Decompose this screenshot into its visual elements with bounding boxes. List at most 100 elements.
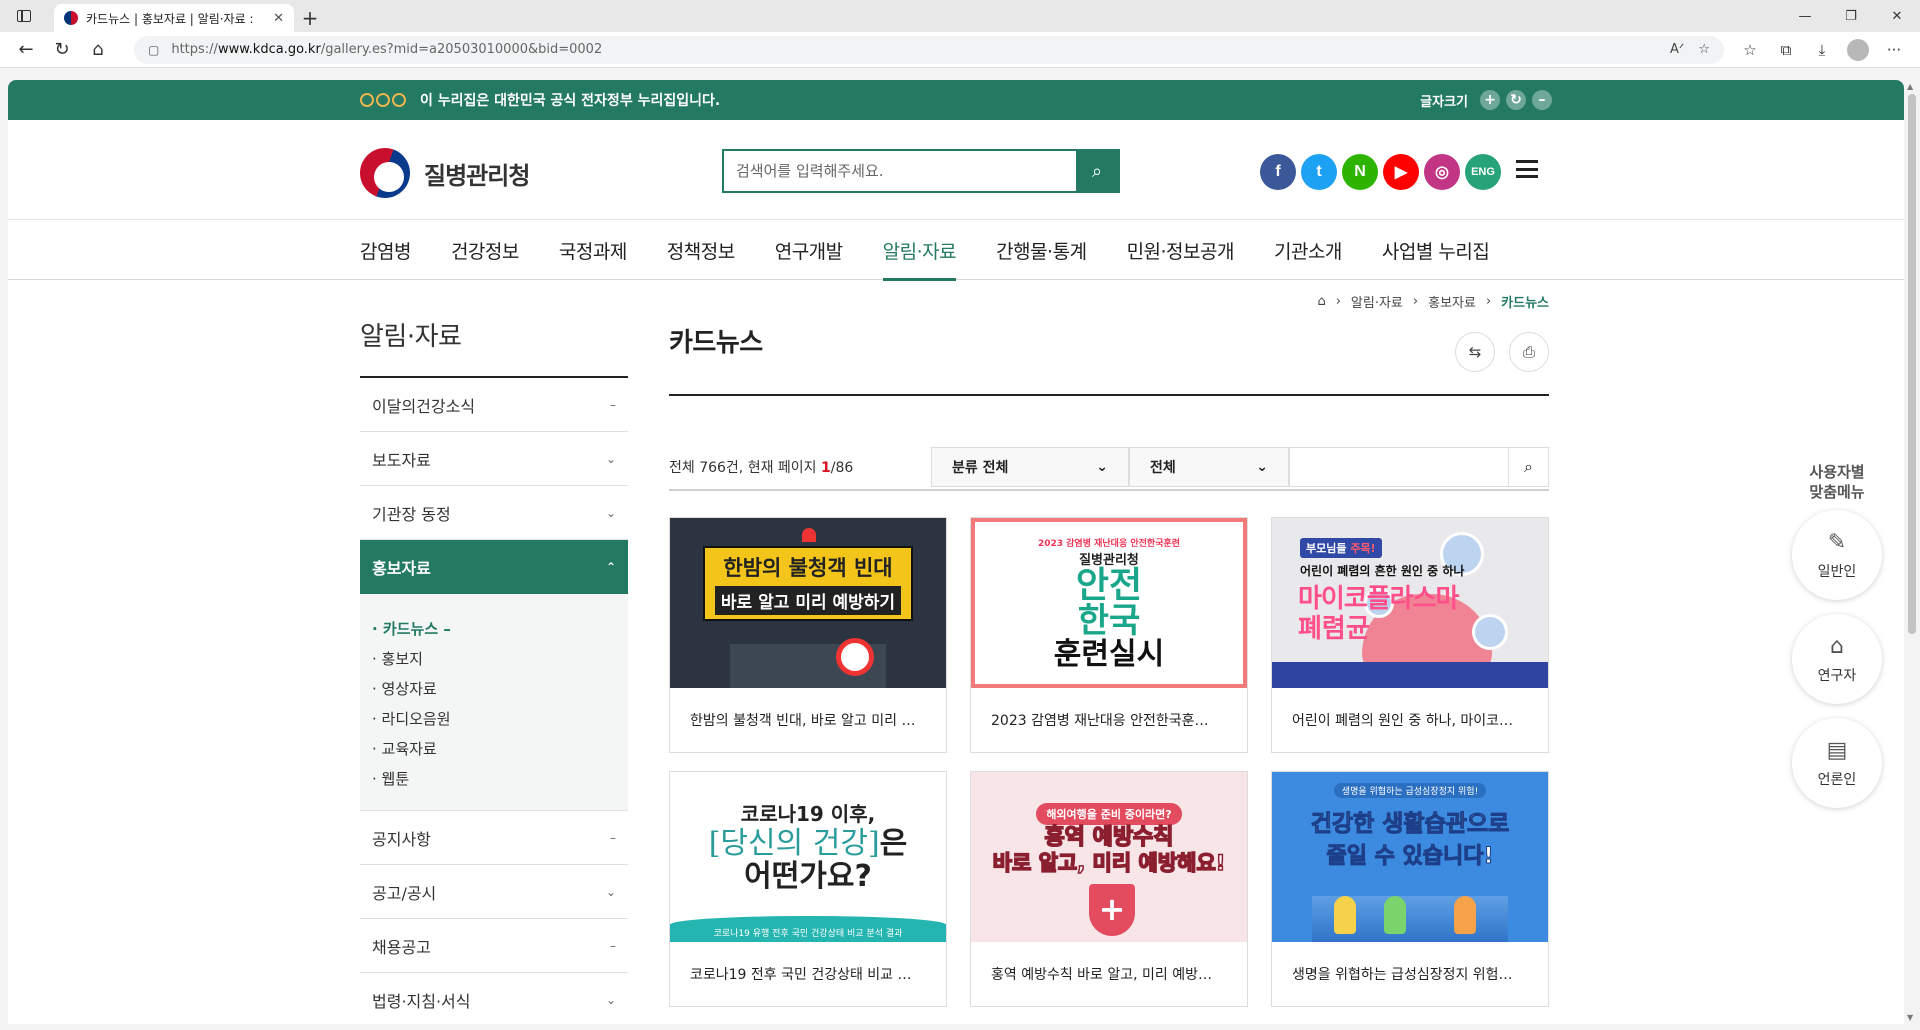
facebook-icon[interactable]: f bbox=[1260, 154, 1296, 190]
side-subnav-item[interactable]: · 라디오음원 bbox=[372, 704, 616, 734]
restore-icon[interactable]: ❐ bbox=[1828, 0, 1874, 32]
gnb-item[interactable]: 알림·자료 bbox=[882, 220, 957, 281]
print-icon[interactable]: ⎙ bbox=[1509, 332, 1549, 372]
share-icon[interactable]: ⇆ bbox=[1455, 332, 1495, 372]
more-menu-icon[interactable]: ··· bbox=[1876, 35, 1912, 65]
thumb-headline: 코로나19 이후, [당신의 건강]은 어떤가요? bbox=[709, 798, 908, 893]
browser-tab[interactable]: 카드뉴스 | 홍보자료 | 알림·자료 : ✕ bbox=[54, 4, 294, 32]
font-increase-icon[interactable]: + bbox=[1480, 90, 1500, 110]
user-menu-researcher[interactable]: ⌂ 연구자 bbox=[1792, 614, 1882, 704]
side-nav-item-promo[interactable]: 홍보자료 ⌃ bbox=[360, 540, 628, 594]
gnb-item[interactable]: 건강정보 bbox=[451, 220, 519, 280]
search-input[interactable] bbox=[724, 151, 1076, 191]
read-aloud-icon[interactable]: Aᐟ bbox=[1670, 42, 1684, 57]
back-icon[interactable]: ← bbox=[8, 35, 44, 65]
scroll-down-icon[interactable]: ▼ bbox=[1907, 1013, 1913, 1022]
home-icon[interactable]: ⌂ bbox=[80, 35, 116, 65]
field-select[interactable]: 전체 ⌄ bbox=[1129, 447, 1289, 487]
site-logo[interactable]: 질병관리청 bbox=[360, 148, 530, 198]
gnb-item[interactable]: 연구개발 bbox=[775, 220, 843, 280]
breadcrumb-sep-icon: › bbox=[1412, 294, 1419, 309]
side-subnav-item[interactable]: · 홍보지 bbox=[372, 644, 616, 674]
card-news-item[interactable]: 2023 감염병 재난대응 안전한국훈련 질병관리청 안전 한국 훈련실시 20… bbox=[970, 517, 1248, 753]
scroll-up-icon[interactable]: ▲ bbox=[1907, 82, 1913, 91]
favorites-icon[interactable]: ☆ bbox=[1732, 35, 1768, 65]
thumb-line-highlight: [당신의 건강] bbox=[708, 825, 880, 861]
side-nav-item[interactable]: 기관장 동정 ⌄ bbox=[360, 486, 628, 540]
thumb-band bbox=[1272, 662, 1548, 688]
side-subnav-item[interactable]: · 카드뉴스 – bbox=[372, 614, 616, 644]
breadcrumb-current[interactable]: 카드뉴스 bbox=[1501, 292, 1549, 311]
site-info-icon[interactable]: ▢ bbox=[148, 43, 159, 57]
card-news-item[interactable]: 생명을 위협하는 급성심장정지 위험! 건강한 생활습관으로 줄일 수 있습니다… bbox=[1271, 771, 1549, 1007]
user-menu-general[interactable]: ✎ 일반인 bbox=[1792, 510, 1882, 600]
thumb-band: 코로나19 유행 전후 국민 건강상태 비교 분석 결과 bbox=[670, 916, 946, 942]
side-nav-item[interactable]: 공지사항 – bbox=[360, 811, 628, 865]
minimize-icon[interactable]: — bbox=[1782, 0, 1828, 32]
card-news-item[interactable]: 한밤의 불청객 빈대 바로 알고 미리 예방하기 한밤의 불청객 빈대, 바로 … bbox=[669, 517, 947, 753]
side-nav-item[interactable]: 이달의건강소식 – bbox=[360, 378, 628, 432]
breadcrumb-item[interactable]: 홍보자료 bbox=[1428, 292, 1476, 311]
page-scrollbar[interactable]: ▲ ▼ bbox=[1904, 80, 1920, 1024]
gnb-item[interactable]: 간행물·통계 bbox=[996, 220, 1087, 280]
total-pages: /86 bbox=[830, 460, 854, 476]
card-news-item[interactable]: 코로나19 이후, [당신의 건강]은 어떤가요? 코로나19 유행 전후 국민… bbox=[669, 771, 947, 1007]
card-news-item[interactable]: 부모님들 주목! 어린이 폐렴의 흔한 원인 중 하나 마이코플라스마 폐렴균 … bbox=[1271, 517, 1549, 753]
taegeuk-logo-icon bbox=[360, 148, 410, 198]
new-tab-icon[interactable]: + bbox=[294, 4, 326, 32]
menu-icon[interactable] bbox=[1516, 160, 1538, 178]
gnb-item[interactable]: 정책정보 bbox=[667, 220, 735, 280]
collections-icon[interactable]: ⧉ bbox=[1768, 35, 1804, 65]
thumb-line: [당신의 건강]은 bbox=[709, 827, 908, 860]
sidebar-toggle-icon[interactable] bbox=[8, 0, 40, 32]
side-nav-item-label: 기관장 동정 bbox=[372, 504, 451, 524]
gnb-item[interactable]: 사업별 누리집 bbox=[1382, 220, 1490, 280]
instagram-icon[interactable]: ◎ bbox=[1424, 154, 1460, 190]
tab-close-icon[interactable]: ✕ bbox=[273, 11, 284, 26]
thumb-line: 어떤가요? bbox=[744, 858, 872, 894]
gnb-item[interactable]: 국정과제 bbox=[559, 220, 627, 280]
keyword-search-button[interactable]: ⌕ bbox=[1509, 447, 1549, 487]
scrollbar-thumb[interactable] bbox=[1908, 94, 1916, 634]
chevron-down-icon: ⌄ bbox=[605, 884, 616, 899]
side-nav-item[interactable]: 공고/공시 ⌄ bbox=[360, 865, 628, 919]
card-caption[interactable]: 코로나19 전후 국민 건강상태 비교 … bbox=[670, 942, 946, 1006]
url-field[interactable]: ▢ https://www.kdca.go.kr/gallery.es?mid=… bbox=[134, 35, 1724, 64]
youtube-icon[interactable]: ▶ bbox=[1383, 154, 1419, 190]
gnb-item[interactable]: 기관소개 bbox=[1274, 220, 1342, 280]
card-caption[interactable]: 2023 감염병 재난대응 안전한국훈… bbox=[971, 688, 1247, 752]
thumb-line: 바로 알고 미리 예방하기 bbox=[714, 585, 902, 615]
card-news-item[interactable]: 해외여행을 준비 중이라면? 홍역 예방수칙 바로 알고, 미리 예방해요! 홍… bbox=[970, 771, 1248, 1007]
user-menu-press[interactable]: ▤ 언론인 bbox=[1792, 718, 1882, 808]
card-caption[interactable]: 한밤의 불청객 빈대, 바로 알고 미리 … bbox=[670, 688, 946, 752]
profile-avatar-icon[interactable] bbox=[1840, 35, 1876, 65]
side-nav-item[interactable]: 채용공고 – bbox=[360, 919, 628, 973]
side-nav-item[interactable]: 법령·지침·서식 ⌄ bbox=[360, 973, 628, 1024]
card-caption[interactable]: 홍역 예방수칙 바로 알고, 미리 예방… bbox=[971, 942, 1247, 1006]
english-site-button[interactable]: ENG bbox=[1465, 154, 1501, 190]
breadcrumb-item[interactable]: 알림·자료 bbox=[1351, 292, 1403, 311]
side-subnav-item[interactable]: · 교육자료 bbox=[372, 734, 616, 764]
search-button[interactable]: ⌕ bbox=[1076, 151, 1118, 191]
card-caption[interactable]: 생명을 위협하는 급성심장정지 위험… bbox=[1272, 942, 1548, 1006]
naver-blog-icon[interactable]: N bbox=[1342, 154, 1378, 190]
home-icon[interactable]: ⌂ bbox=[1317, 294, 1325, 309]
refresh-icon[interactable]: ↻ bbox=[44, 35, 80, 65]
keyword-input[interactable] bbox=[1289, 447, 1509, 487]
thumb-line: 바로 알고, 미리 예방해요! bbox=[992, 850, 1226, 876]
side-subnav-item[interactable]: · 웹툰 bbox=[372, 764, 616, 794]
twitter-icon[interactable]: t bbox=[1301, 154, 1337, 190]
favorite-add-icon[interactable]: ☆ bbox=[1698, 42, 1710, 57]
category-select[interactable]: 분류 전체 ⌄ bbox=[931, 447, 1129, 487]
gnb-item[interactable]: 감염병 bbox=[360, 220, 411, 280]
side-nav-item[interactable]: 보도자료 ⌄ bbox=[360, 432, 628, 486]
thumb-tag-text: 부모님들 bbox=[1306, 542, 1351, 555]
side-subnav-item[interactable]: · 영상자료 bbox=[372, 674, 616, 704]
search-icon: ⌕ bbox=[1091, 160, 1103, 182]
downloads-icon[interactable]: ⤓ bbox=[1804, 35, 1840, 65]
font-decrease-icon[interactable]: – bbox=[1532, 90, 1552, 110]
close-window-icon[interactable]: ✕ bbox=[1874, 0, 1920, 32]
font-reset-icon[interactable]: ↻ bbox=[1506, 90, 1526, 110]
card-caption[interactable]: 어린이 폐렴의 원인 중 하나, 마이코… bbox=[1272, 688, 1548, 752]
gnb-item[interactable]: 민원·정보공개 bbox=[1127, 220, 1235, 280]
